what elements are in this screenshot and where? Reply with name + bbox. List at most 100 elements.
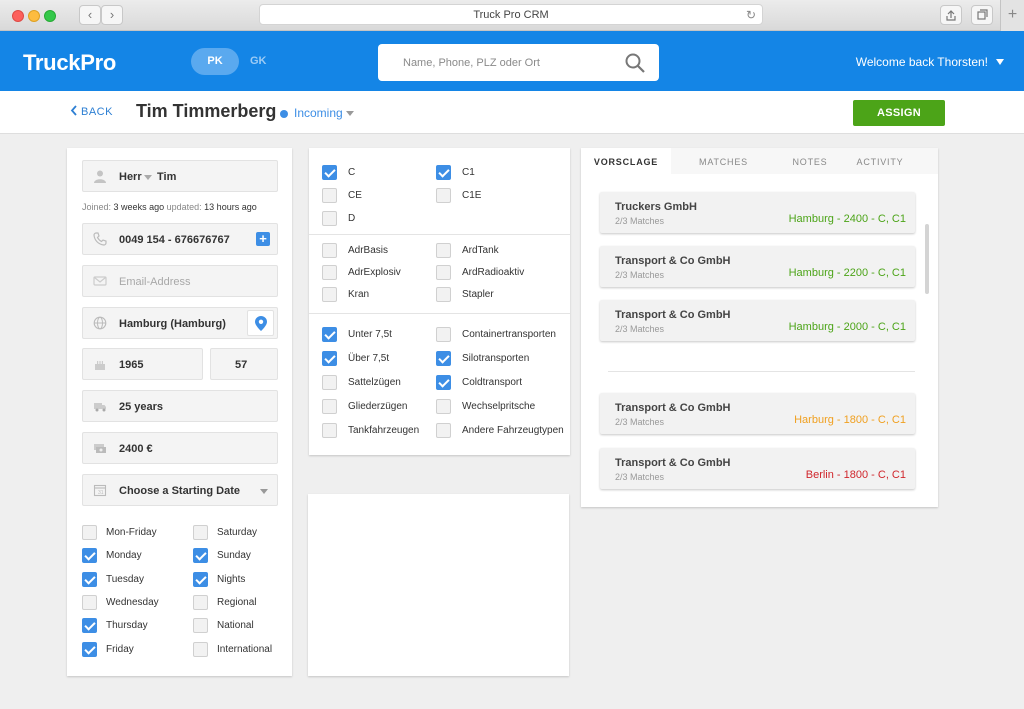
search-icon[interactable] (625, 53, 645, 78)
name-field[interactable]: Herr Tim (82, 160, 278, 192)
checkbox-coldtransport[interactable] (436, 375, 451, 390)
checkbox-gliederz-gen[interactable] (322, 399, 337, 414)
checkbox-label: Andere Fahrzeugtypen (462, 425, 564, 436)
map-pin-icon (255, 316, 267, 331)
chevron-down-icon[interactable] (346, 111, 354, 116)
add-phone-button[interactable]: + (256, 232, 270, 246)
checkbox-andere-fahrzeugtypen[interactable] (436, 423, 451, 438)
close-window-button[interactable] (12, 10, 24, 22)
minimize-window-button[interactable] (28, 10, 40, 22)
salary-field[interactable]: 2400 € (82, 432, 278, 464)
checkbox-ber-7-5t[interactable] (322, 351, 337, 366)
checkbox-national[interactable] (193, 618, 208, 634)
checkbox-unter-7-5t[interactable] (322, 327, 337, 342)
sub-header: BACK Tim Timmerberg Incoming ASSIGN (0, 91, 1024, 134)
tabs-overview-icon[interactable] (971, 5, 993, 25)
checkbox-tuesday[interactable] (82, 571, 97, 587)
back-button[interactable]: BACK (70, 105, 113, 118)
chevron-down-icon[interactable] (996, 59, 1004, 65)
checkbox-containertransporten[interactable] (436, 327, 451, 342)
tab-vorsclage[interactable]: VORSCLAGE (581, 148, 671, 174)
status-dot-icon (280, 110, 288, 118)
money-icon (94, 444, 106, 453)
checkbox-kran[interactable] (322, 287, 337, 302)
checkbox-adrbasis[interactable] (322, 243, 337, 258)
checkbox-label: International (217, 643, 273, 655)
match-card[interactable]: Transport & Co GmbH 2/3 Matches Hamburg - … (600, 246, 915, 287)
checkbox-international[interactable] (193, 641, 208, 657)
salutation-select[interactable]: Herr (119, 171, 142, 183)
browser-forward-button[interactable]: › (101, 5, 123, 25)
checkbox-regional[interactable] (193, 594, 208, 610)
checkbox-label: Tuesday (106, 573, 144, 585)
checkbox-sattelz-gen[interactable] (322, 375, 337, 390)
match-card[interactable]: Transport & Co GmbH 2/3 Matches Harburg - … (600, 393, 915, 434)
app-header: TruckPro PK GK Welcome back Thorsten! (0, 31, 1024, 91)
checkbox-thursday[interactable] (82, 618, 97, 634)
checkbox-ce[interactable] (322, 188, 337, 203)
match-company: Transport & Co GmbH (615, 309, 731, 321)
checkbox-adrexplosiv[interactable] (322, 265, 337, 280)
licenses-card: C C1 CE C1E D AdrBasis ArdTank AdrExplosiv ArdR… (309, 148, 570, 455)
checkbox-nights[interactable] (193, 571, 208, 587)
map-pin-button[interactable] (247, 310, 274, 336)
birth-year-value: 1965 (119, 359, 144, 371)
assign-button[interactable]: ASSIGN (853, 100, 945, 126)
segment-gk[interactable]: GK (250, 48, 274, 75)
phone-icon (93, 232, 107, 246)
svg-text:31: 31 (98, 490, 104, 496)
checkbox-wednesday[interactable] (82, 594, 97, 610)
checkbox-label: C (348, 167, 356, 178)
age-field[interactable]: 57 (210, 348, 278, 380)
tab-activity[interactable]: ACTIVITY (849, 148, 911, 174)
checkbox-stapler[interactable] (436, 287, 451, 302)
scrollbar[interactable] (925, 224, 929, 294)
match-card[interactable]: Truckers GmbH 2/3 Matches Hamburg - 2400 -… (600, 192, 915, 233)
maximize-window-button[interactable] (44, 10, 56, 22)
welcome-message[interactable]: Welcome back Thorsten! (856, 55, 988, 69)
match-card[interactable]: Transport & Co GmbH 2/3 Matches Hamburg - … (600, 300, 915, 341)
checkbox-silotransporten[interactable] (436, 351, 451, 366)
match-company: Transport & Co GmbH (615, 402, 731, 414)
checkbox-c[interactable] (322, 165, 337, 180)
checkbox-sunday[interactable] (193, 548, 208, 564)
checkbox-label: Silotransporten (462, 353, 530, 364)
browser-back-button[interactable]: ‹ (79, 5, 101, 25)
segment-pk[interactable]: PK (191, 48, 239, 75)
logo[interactable]: TruckPro (23, 50, 116, 76)
checkbox-c1[interactable] (436, 165, 451, 180)
checkbox-mon-friday[interactable] (82, 525, 97, 540)
match-card[interactable]: Transport & Co GmbH 2/3 Matches Berlin - 1… (600, 448, 915, 489)
location-field[interactable]: Hamburg (Hamburg) (82, 307, 278, 339)
checkbox-saturday[interactable] (193, 525, 208, 540)
truck-icon (94, 403, 106, 412)
checkbox-label: AdrBasis (348, 245, 389, 256)
birth-year-field[interactable]: 1965 (82, 348, 203, 380)
status-dropdown[interactable]: Incoming (294, 106, 343, 120)
checkbox-d[interactable] (322, 211, 337, 226)
checkbox-label: Coldtransport (462, 377, 523, 388)
checkbox-label: AdrExplosiv (348, 267, 401, 278)
address-bar[interactable]: Truck Pro CRM ↻ (259, 4, 763, 25)
start-date-select[interactable]: 31 Choose a Starting Date (82, 474, 278, 506)
checkbox-tankfahrzeugen[interactable] (322, 423, 337, 438)
checkbox-ardtank[interactable] (436, 243, 451, 258)
share-icon[interactable] (940, 5, 962, 25)
tab-matches[interactable]: MATCHES (681, 148, 766, 174)
checkbox-label: Tankfahrzeugen (348, 425, 420, 436)
checkbox-monday[interactable] (82, 548, 97, 564)
checkbox-c1e[interactable] (436, 188, 451, 203)
reload-icon[interactable]: ↻ (746, 5, 756, 25)
checkbox-label: Wechselpritsche (462, 401, 536, 412)
checkbox-friday[interactable] (82, 641, 97, 657)
divider (309, 313, 570, 314)
phone-field[interactable]: 0049 154 - 676676767 + (82, 223, 278, 255)
checkbox-ardradioaktiv[interactable] (436, 265, 451, 280)
new-tab-button[interactable]: + (1000, 0, 1024, 31)
search-input[interactable] (378, 44, 598, 81)
checkbox-label: Nights (217, 573, 246, 585)
email-field[interactable]: Email-Address (82, 265, 278, 297)
experience-field[interactable]: 25 years (82, 390, 278, 422)
checkbox-wechselpritsche[interactable] (436, 399, 451, 414)
tab-notes[interactable]: NOTES (776, 148, 844, 174)
